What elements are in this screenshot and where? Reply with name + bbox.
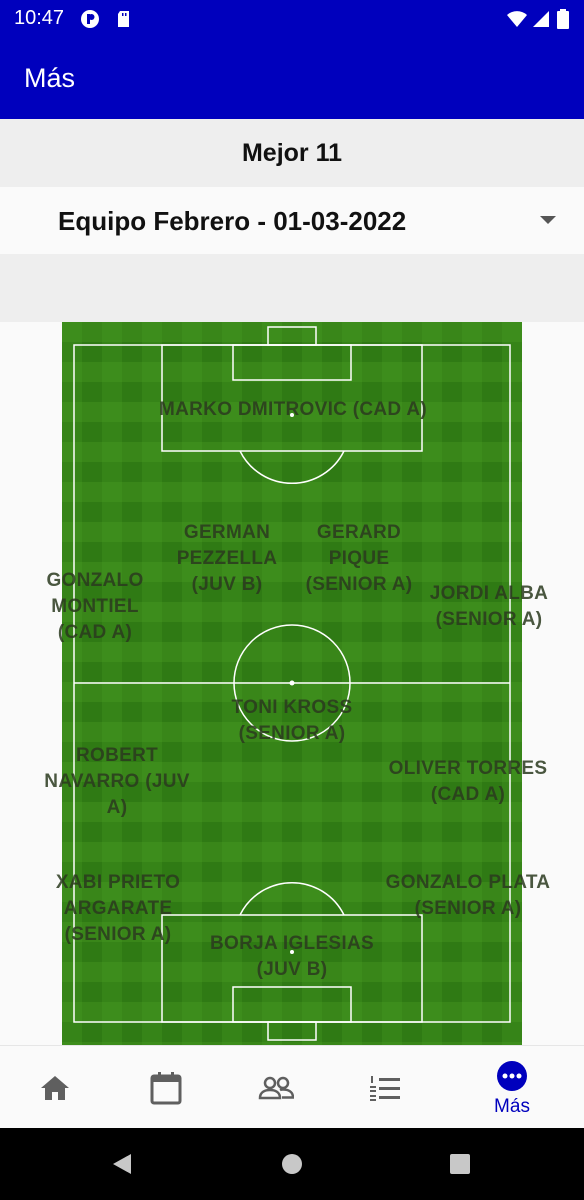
player-midfielder-center[interactable]: TONI KROSS (SENIOR A) [216, 695, 368, 747]
app-bar: Más [0, 38, 584, 119]
player-forward-left[interactable]: XABI PRIETO ARGARATE (SENIOR A) [50, 870, 186, 948]
people-icon [258, 1076, 294, 1100]
nav-item-calendar[interactable] [116, 1046, 216, 1129]
signal-icon [533, 11, 549, 27]
nav-item-list[interactable] [336, 1046, 436, 1129]
player-goalkeeper[interactable]: MARKO DMITROVIC (CAD A) [140, 397, 446, 423]
home-icon [41, 1076, 69, 1100]
player-defender-center-left[interactable]: GERMAN PEZZELLA (JUV B) [168, 520, 286, 598]
player-defender-center-right[interactable]: GERARD PIQUE (SENIOR A) [300, 520, 418, 598]
player-defender-left[interactable]: GONZALO MONTIEL (CAD A) [36, 568, 154, 646]
nav-item-more[interactable]: Más [462, 1046, 562, 1129]
status-time: 10:47 [14, 7, 65, 29]
recents-icon[interactable] [449, 1153, 471, 1175]
nav-item-home[interactable] [5, 1046, 105, 1129]
nav-item-more-label: Más [494, 1096, 530, 1117]
player-forward-center[interactable]: BORJA IGLESIAS (JUV B) [196, 931, 388, 983]
player-forward-right[interactable]: GONZALO PLATA (SENIOR A) [378, 870, 558, 922]
sd-card-icon [118, 11, 129, 27]
bottom-navigation: Más [0, 1045, 584, 1129]
home-circle-icon[interactable] [281, 1153, 303, 1175]
status-bar: 10:47 [0, 0, 584, 38]
system-navigation-bar [0, 1128, 584, 1200]
player-midfielder-right[interactable]: OLIVER TORRES (CAD A) [378, 756, 558, 808]
section-title: Mejor 11 [0, 119, 584, 187]
app-notification-icon [81, 10, 99, 28]
list-icon [370, 1076, 400, 1101]
back-icon[interactable] [111, 1153, 133, 1175]
spacer-band [0, 254, 584, 322]
wifi-icon [507, 11, 527, 27]
more-icon [497, 1061, 527, 1091]
dropdown-arrow-icon[interactable] [539, 215, 557, 225]
battery-icon [557, 9, 569, 29]
player-defender-right[interactable]: JORDI ALBA (SENIOR A) [420, 581, 558, 633]
player-midfielder-left[interactable]: ROBERT NAVARRO (JUV A) [36, 743, 198, 821]
app-bar-title: Más [24, 63, 76, 93]
team-selector-dropdown[interactable]: Equipo Febrero - 01-03-2022 [0, 187, 584, 254]
team-selector-value: Equipo Febrero - 01-03-2022 [58, 206, 407, 236]
calendar-icon [150, 1072, 182, 1105]
nav-item-people[interactable] [226, 1046, 326, 1129]
